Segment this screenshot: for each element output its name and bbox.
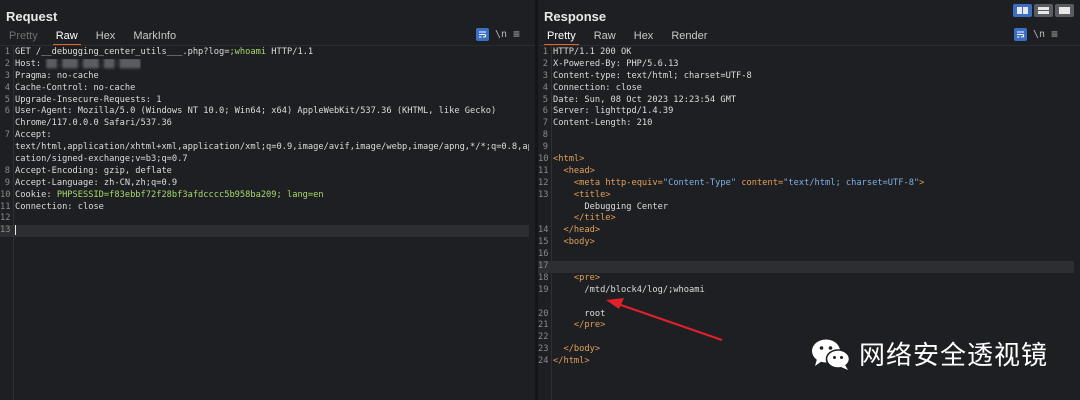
wechat-icon [811, 339, 851, 370]
watermark: 网络安全透视镜 [811, 335, 1048, 372]
watermark-text: 网络安全透视镜 [858, 341, 1048, 371]
